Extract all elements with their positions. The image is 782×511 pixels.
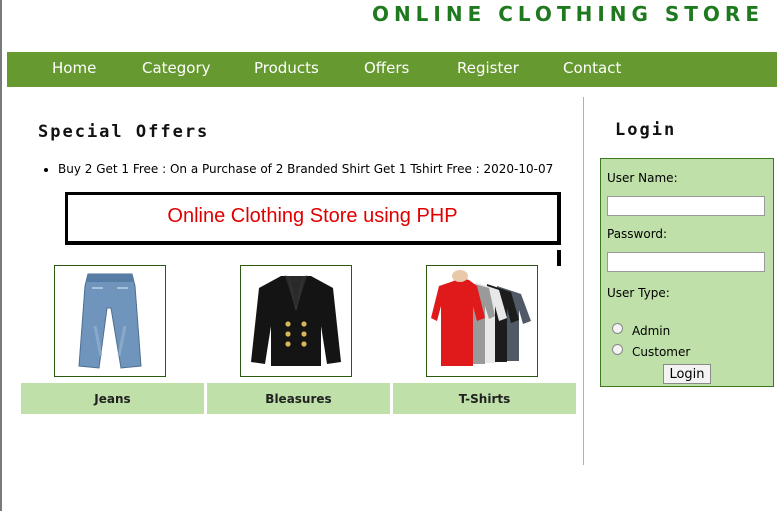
sidebar-divider	[583, 97, 584, 465]
banner-text: Online Clothing Store using PHP	[167, 205, 458, 227]
blazer-image[interactable]	[240, 265, 352, 377]
username-label: User Name:	[607, 171, 678, 185]
site-title: ONLINE CLOTHING STORE	[371, 2, 764, 26]
nav-category[interactable]: Category	[142, 59, 211, 77]
offer-list: Buy 2 Get 1 Free : On a Purchase of 2 Br…	[38, 160, 553, 178]
user-type-label: User Type:	[607, 286, 670, 300]
nav-products[interactable]: Products	[254, 59, 319, 77]
product-label-jeans[interactable]: Jeans	[21, 383, 204, 414]
login-button[interactable]: Login	[663, 364, 711, 384]
product-label-tshirts[interactable]: T-Shirts	[393, 383, 576, 414]
marquee-banner: Online Clothing Store using PHP	[65, 192, 561, 245]
nav-contact[interactable]: Contact	[563, 59, 621, 77]
product-label-bleasures[interactable]: Bleasures	[207, 383, 390, 414]
nav-register[interactable]: Register	[457, 59, 519, 77]
login-form: User Name: Password: User Type: Admin Cu…	[600, 158, 774, 387]
jeans-image[interactable]	[54, 265, 166, 377]
password-input[interactable]	[607, 252, 765, 272]
offer-item: Buy 2 Get 1 Free : On a Purchase of 2 Br…	[58, 160, 553, 178]
nav-home[interactable]: Home	[52, 59, 96, 77]
login-title: Login	[615, 120, 677, 140]
main-navbar: Home Category Products Offers Register C…	[7, 52, 777, 87]
tshirts-image[interactable]	[426, 265, 538, 377]
customer-radio[interactable]	[612, 344, 623, 355]
window-left-edge	[0, 0, 2, 511]
customer-radio-label: Customer	[632, 345, 691, 359]
username-input[interactable]	[607, 196, 765, 216]
nav-offers[interactable]: Offers	[364, 59, 409, 77]
admin-radio[interactable]	[612, 323, 623, 334]
special-offers-title: Special Offers	[38, 122, 210, 142]
password-label: Password:	[607, 227, 668, 241]
banner-scroll-mark	[557, 250, 561, 266]
admin-radio-label: Admin	[632, 324, 671, 338]
